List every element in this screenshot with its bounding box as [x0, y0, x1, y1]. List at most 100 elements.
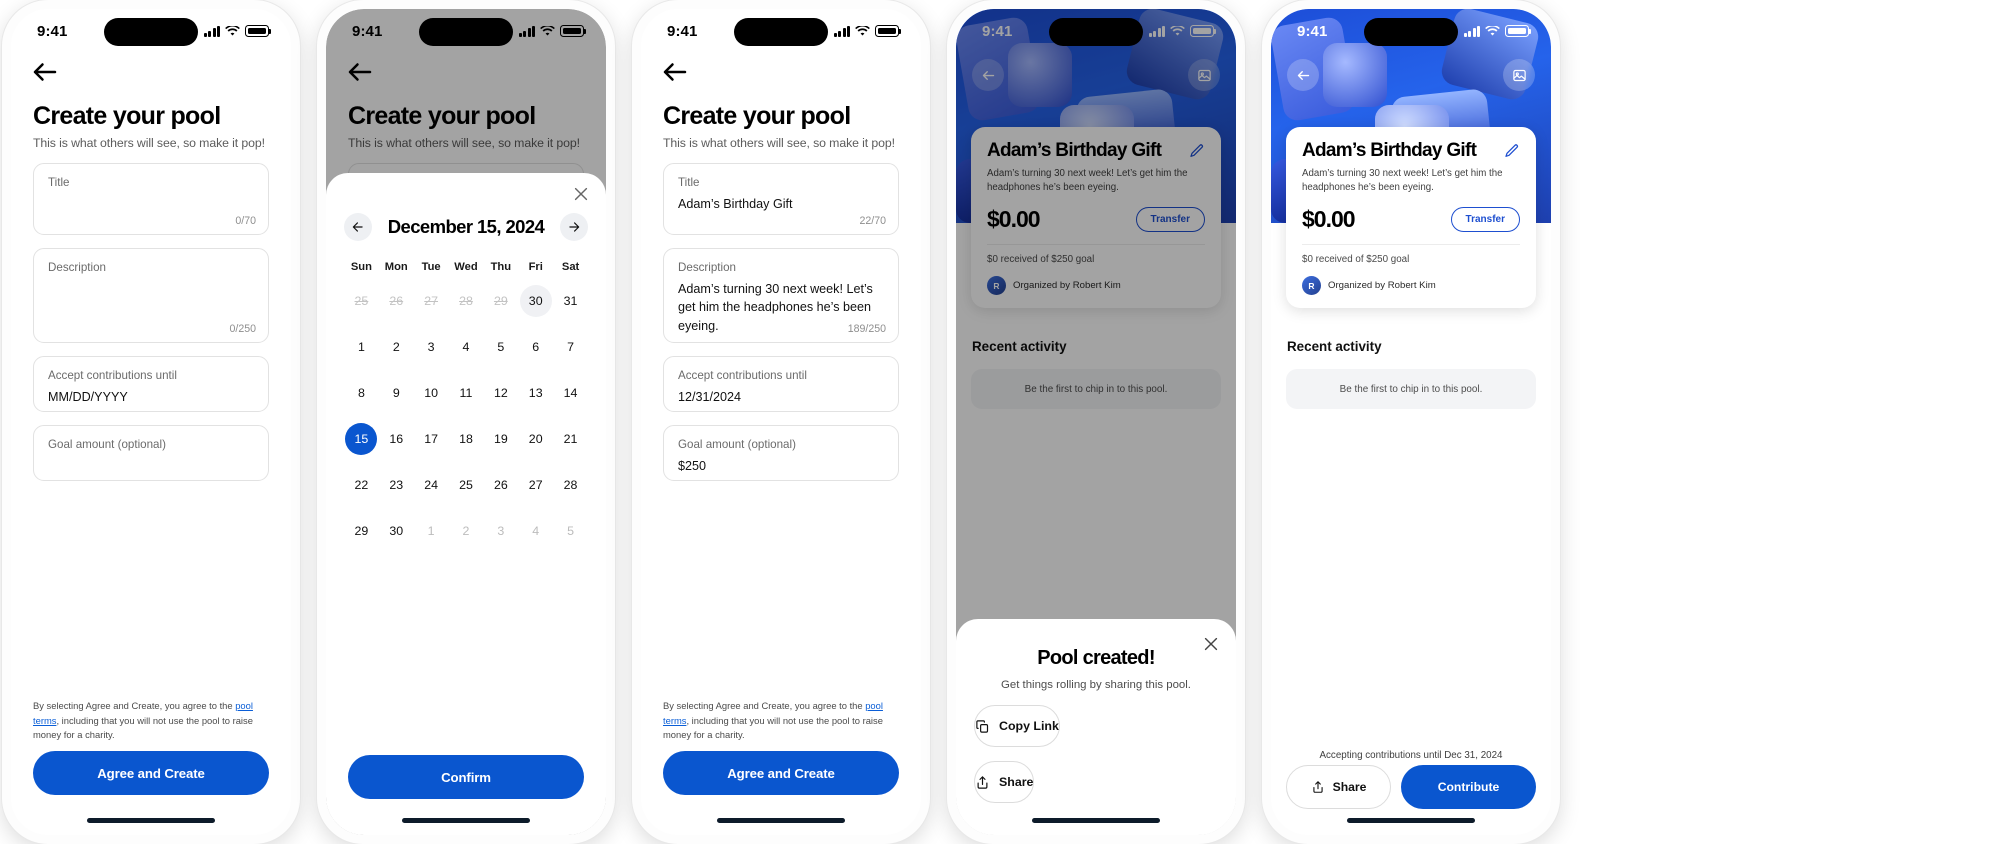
home-indicator — [1347, 818, 1475, 823]
calendar-day: 29 — [483, 279, 518, 323]
calendar-day[interactable]: 29 — [344, 509, 379, 553]
calendar-day[interactable]: 24 — [414, 463, 449, 507]
calendar-day[interactable]: 7 — [553, 325, 588, 369]
create-pool-page: Create your pool This is what others wil… — [641, 53, 921, 835]
back-button[interactable] — [1287, 59, 1319, 91]
back-arrow-icon[interactable] — [30, 57, 60, 87]
calendar-day[interactable]: 15 — [344, 417, 379, 461]
page-title: Create your pool — [33, 102, 221, 130]
calendar-day[interactable]: 30 — [518, 279, 553, 323]
recent-activity-heading: Recent activity — [1287, 339, 1382, 354]
calendar-day[interactable]: 21 — [553, 417, 588, 461]
calendar-day[interactable]: 27 — [518, 463, 553, 507]
description-field[interactable]: Description 0/250 — [33, 248, 269, 343]
title-label: Title — [48, 176, 70, 189]
calendar-day[interactable]: 1 — [344, 325, 379, 369]
calendar-header: December 15, 2024 — [344, 213, 588, 241]
calendar-day[interactable]: 16 — [379, 417, 414, 461]
calendar-day[interactable]: 5 — [483, 325, 518, 369]
agree-and-create-button[interactable]: Agree and Create — [663, 751, 899, 795]
next-month-button[interactable] — [560, 213, 588, 241]
title-label: Title — [678, 176, 700, 189]
calendar-day[interactable]: 28 — [553, 463, 588, 507]
accept-until-value: MM/DD/YYYY — [48, 390, 128, 404]
calendar-day[interactable]: 18 — [449, 417, 484, 461]
calendar-day: 3 — [483, 509, 518, 553]
avatar: R — [1302, 276, 1321, 296]
calendar-day: 4 — [518, 509, 553, 553]
calendar-day[interactable]: 2 — [379, 325, 414, 369]
calendar-day[interactable]: 22 — [344, 463, 379, 507]
calendar-day-label: 17 — [424, 432, 439, 446]
status-time: 9:41 — [667, 22, 698, 40]
calendar-day[interactable]: 6 — [518, 325, 553, 369]
cellular-bars-icon — [203, 25, 220, 37]
close-icon[interactable] — [1202, 635, 1220, 653]
share-button[interactable]: Share — [974, 761, 1035, 803]
title-field[interactable]: Title 0/70 — [33, 163, 269, 235]
back-arrow-icon[interactable] — [660, 57, 690, 87]
transfer-button[interactable]: Transfer — [1450, 207, 1520, 233]
image-picker-button[interactable] — [1503, 59, 1535, 91]
title-field[interactable]: Title Adam’s Birthday Gift 22/70 — [663, 163, 899, 235]
calendar-day: 5 — [553, 509, 588, 553]
calendar-day-label: 29 — [354, 524, 369, 538]
description-counter: 189/250 — [847, 323, 886, 335]
status-time: 9:41 — [1297, 22, 1328, 40]
accept-until-label: Accept contributions until — [48, 369, 177, 382]
pencil-edit-icon[interactable] — [1504, 143, 1520, 159]
calendar-day[interactable]: 10 — [414, 371, 449, 415]
dynamic-island — [1364, 18, 1458, 46]
prev-month-button[interactable] — [344, 213, 372, 241]
title-value: Adam’s Birthday Gift — [678, 197, 793, 211]
goal-amount-label: Goal amount (optional) — [678, 438, 796, 451]
calendar-day-label: 23 — [389, 478, 404, 492]
calendar-month-title: December 15, 2024 — [387, 216, 545, 237]
close-icon[interactable] — [572, 185, 590, 203]
calendar-day[interactable]: 4 — [449, 325, 484, 369]
calendar-day-label: 26 — [389, 294, 404, 308]
calendar-grid[interactable]: 25 26 27 28 29 30 31 1 2 3 4 5 6 7 8 9 10 11 12 13 14 15 16 17 1… — [344, 279, 588, 553]
calendar-day-label: 1 — [427, 524, 435, 538]
dynamic-island — [734, 18, 828, 46]
calendar-day[interactable]: 12 — [483, 371, 518, 415]
calendar-day[interactable]: 19 — [483, 417, 518, 461]
accept-until-field[interactable]: Accept contributions until MM/DD/YYYY — [33, 356, 269, 412]
calendar-day[interactable]: 9 — [379, 371, 414, 415]
calendar-day[interactable]: 3 — [414, 325, 449, 369]
calendar-day[interactable]: 30 — [379, 509, 414, 553]
calendar-day-label: 3 — [497, 524, 505, 538]
calendar-day[interactable]: 13 — [518, 371, 553, 415]
calendar-day-label: 8 — [357, 386, 365, 400]
page-subtitle: This is what others will see, so make it… — [33, 136, 265, 150]
calendar-day[interactable]: 14 — [553, 371, 588, 415]
goal-amount-field[interactable]: Goal amount (optional) — [33, 425, 269, 481]
screenshot-stage: 9:41 Create your pool This is what other… — [0, 0, 2007, 844]
calendar-day: 25 — [344, 279, 379, 323]
calendar-day[interactable]: 23 — [379, 463, 414, 507]
calendar-day[interactable]: 20 — [518, 417, 553, 461]
description-field[interactable]: Description Adam’s turning 30 next week!… — [663, 248, 899, 343]
weekday-label: Wed — [454, 261, 478, 273]
contribute-button[interactable]: Contribute — [1401, 765, 1536, 809]
calendar-day-label: 27 — [528, 478, 543, 492]
calendar-day-label: 4 — [462, 340, 470, 354]
status-bar: 9:41 — [1271, 9, 1551, 53]
calendar-day: 28 — [449, 279, 484, 323]
calendar-day-label: 7 — [567, 340, 575, 354]
agree-and-create-button[interactable]: Agree and Create — [33, 751, 269, 795]
share-button[interactable]: Share — [1286, 765, 1391, 809]
page-title: Create your pool — [663, 102, 851, 130]
accept-until-field[interactable]: Accept contributions until 12/31/2024 — [663, 356, 899, 412]
confirm-date-button[interactable]: Confirm — [348, 755, 584, 799]
calendar-day[interactable]: 11 — [449, 371, 484, 415]
calendar-day[interactable]: 25 — [449, 463, 484, 507]
calendar-day[interactable]: 26 — [483, 463, 518, 507]
goal-amount-field[interactable]: Goal amount (optional) $250 — [663, 425, 899, 481]
calendar-day[interactable]: 31 — [553, 279, 588, 323]
copy-link-button[interactable]: Copy Link — [974, 705, 1060, 747]
calendar-day[interactable]: 8 — [344, 371, 379, 415]
calendar-day-label: 6 — [532, 340, 540, 354]
calendar-day[interactable]: 17 — [414, 417, 449, 461]
calendar-day-label: 22 — [354, 478, 369, 492]
